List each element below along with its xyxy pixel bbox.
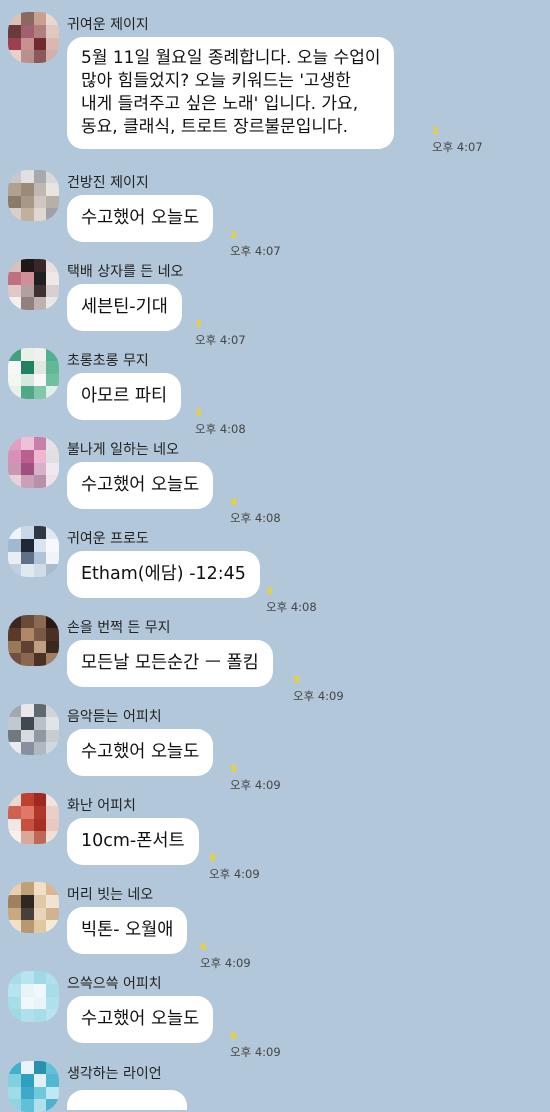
message-time: 오후 4:08 (266, 600, 317, 614)
avatar[interactable] (8, 526, 59, 577)
message-bubble[interactable]: 세븐틴-기대 (67, 284, 182, 331)
message-time: 오후 4:08 (195, 422, 246, 436)
sender-name: 귀여운 제이지 (67, 17, 149, 33)
message-time: 오후 4:09 (200, 956, 251, 970)
message-bubble[interactable]: Etham(에담) -12:45 (67, 551, 260, 598)
message-bubble[interactable]: 수고했어 오늘도 (67, 195, 214, 242)
unread-count: 6 (230, 1031, 237, 1042)
sender-name: 귀여운 프로도 (67, 531, 149, 547)
message-time: 오후 4:09 (209, 867, 260, 881)
unread-count: 6 (200, 942, 207, 953)
unread-count: 3 (195, 408, 202, 419)
sender-name: 음악듣는 어피치 (67, 709, 162, 725)
message-bubble[interactable]: 5월 11일 월요일 종례합니다. 오늘 수업이 많아 힘들었지? 오늘 키워드… (67, 37, 395, 149)
avatar[interactable] (8, 348, 59, 399)
chat-message-list: 귀여운 제이지 5월 11일 월요일 종례합니다. 오늘 수업이 많아 힘들었지?… (0, 0, 550, 1112)
unread-count: 4 (230, 497, 237, 508)
avatar[interactable] (8, 793, 59, 844)
message-time: 오후 4:08 (230, 511, 281, 525)
sender-name: 불나게 일하는 네오 (67, 442, 179, 458)
unread-count: 5 (209, 853, 216, 864)
sender-name: 화난 어피치 (67, 798, 136, 814)
avatar[interactable] (8, 259, 59, 310)
message-time: 오후 4:09 (293, 689, 344, 703)
message-bubble[interactable]: 10cm-폰서트 (67, 818, 199, 865)
sender-name: 택배 상자를 든 네오 (67, 264, 184, 280)
message-time: 오후 4:07 (432, 140, 483, 154)
avatar[interactable] (8, 704, 59, 755)
message-time: 오후 4:07 (195, 333, 246, 347)
message-bubble[interactable]: 아모르 파티 (67, 373, 182, 420)
sender-name: 초롱초롱 무지 (67, 353, 149, 369)
avatar[interactable] (8, 170, 59, 221)
unread-count: 4 (266, 586, 273, 597)
message-time: 오후 4:09 (230, 1045, 281, 1059)
unread-count: 2 (230, 230, 237, 241)
message-bubble[interactable]: 모든날 모든순간 ㅡ 폴킴 (67, 640, 273, 687)
message-bubble[interactable]: 수고했어 오늘도 (67, 729, 214, 776)
avatar[interactable] (8, 882, 59, 933)
message-bubble[interactable]: 빅톤- 오월애 (67, 907, 188, 954)
unread-count: 3 (195, 319, 202, 330)
sender-name: 으쓱으쓱 어피치 (67, 976, 162, 992)
avatar[interactable] (8, 12, 59, 63)
avatar[interactable] (8, 971, 59, 1022)
sender-name: 건방진 제이지 (67, 175, 149, 191)
sender-name: 생각하는 라이언 (67, 1066, 162, 1082)
avatar[interactable] (8, 437, 59, 488)
message-bubble-partial[interactable] (67, 1090, 187, 1110)
message-time: 오후 4:09 (230, 778, 281, 792)
avatar[interactable] (8, 615, 59, 666)
sender-name: 머리 빗는 네오 (67, 887, 154, 903)
avatar[interactable] (8, 1061, 59, 1112)
unread-count: 2 (432, 126, 439, 137)
sender-name: 손을 번쩍 든 무지 (67, 620, 171, 636)
message-bubble[interactable]: 수고했어 오늘도 (67, 996, 214, 1043)
unread-count: 5 (230, 764, 237, 775)
message-time: 오후 4:07 (230, 244, 281, 258)
unread-count: 5 (293, 675, 300, 686)
message-bubble[interactable]: 수고했어 오늘도 (67, 462, 214, 509)
